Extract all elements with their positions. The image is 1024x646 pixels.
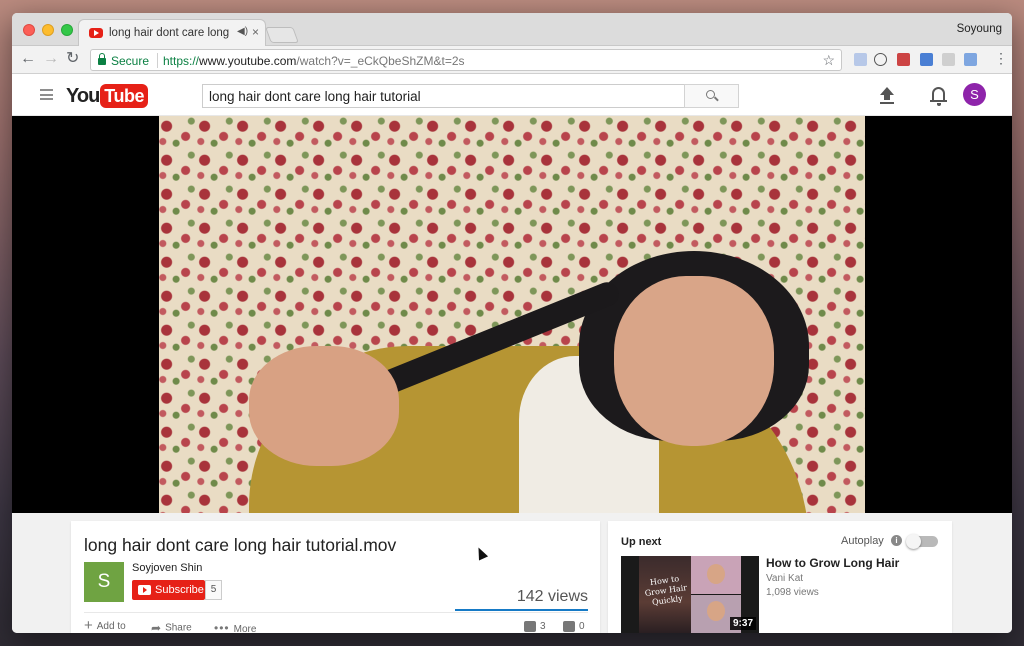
dislike-button[interactable]: 0 bbox=[563, 621, 585, 632]
youtube-play-icon bbox=[138, 585, 151, 595]
plus-icon: + bbox=[84, 617, 93, 633]
notifications-bell-icon[interactable] bbox=[930, 87, 947, 106]
thumbs-up-icon bbox=[524, 621, 536, 632]
address-bar[interactable]: Secure https://www.youtube.com/watch?v=_… bbox=[90, 49, 842, 71]
recommended-video-title[interactable]: How to Grow Long Hair bbox=[766, 556, 899, 570]
autoplay-label: Autoplay bbox=[841, 535, 884, 547]
url-domain: www.youtube.com bbox=[199, 54, 297, 68]
info-extension-icon[interactable] bbox=[874, 53, 887, 66]
video-frame[interactable] bbox=[159, 116, 865, 513]
recommended-video-thumbnail[interactable]: How to Grow Hair Quickly 9:37 bbox=[621, 556, 759, 633]
account-avatar[interactable]: S bbox=[963, 83, 986, 106]
autoplay-toggle[interactable] bbox=[906, 534, 938, 549]
search-icon bbox=[706, 90, 715, 99]
channel-avatar[interactable]: S bbox=[84, 562, 124, 602]
video-player[interactable] bbox=[12, 116, 1012, 513]
tab-youtube[interactable]: long hair dont care long hair tutorial ◀… bbox=[78, 19, 266, 46]
tab-title: long hair dont care long hair tutorial bbox=[109, 27, 233, 39]
profile-name[interactable]: Soyoung bbox=[957, 23, 1002, 35]
search-input[interactable] bbox=[202, 84, 684, 108]
video-person-hands bbox=[249, 346, 399, 466]
browser-window: long hair dont care long hair tutorial ◀… bbox=[12, 13, 1012, 633]
title-bar: long hair dont care long hair tutorial ◀… bbox=[12, 13, 1012, 46]
new-tab-button[interactable] bbox=[265, 27, 299, 43]
more-dots-icon: ••• bbox=[214, 621, 230, 633]
like-button[interactable]: 3 bbox=[524, 621, 546, 632]
thumbnail-face bbox=[707, 601, 725, 621]
share-icon: ➦ bbox=[151, 621, 162, 633]
share-button[interactable]: ➦ Share bbox=[151, 621, 192, 633]
logo-you: You bbox=[66, 85, 100, 107]
video-title: long hair dont care long hair tutorial.m… bbox=[84, 535, 397, 555]
video-duration: 9:37 bbox=[729, 617, 756, 630]
close-window-button[interactable] bbox=[23, 24, 35, 36]
video-info-card: long hair dont care long hair tutorial.m… bbox=[71, 521, 600, 633]
thumbnail-panel-top bbox=[691, 556, 741, 594]
bookmark-star-icon[interactable]: ☆ bbox=[822, 52, 835, 69]
up-next-heading: Up next bbox=[621, 536, 662, 548]
url-scheme: https:// bbox=[163, 54, 200, 68]
url-divider bbox=[157, 53, 158, 68]
back-button[interactable]: ← bbox=[20, 50, 36, 68]
subscribe-button[interactable]: Subscribe bbox=[132, 580, 205, 600]
lock-icon[interactable] bbox=[98, 53, 106, 65]
browser-toolbar: ← → ↻ Secure https://www.youtube.com/wat… bbox=[12, 46, 1012, 74]
reload-button[interactable]: ↻ bbox=[66, 50, 79, 68]
info-icon[interactable]: i bbox=[891, 535, 902, 546]
youtube-logo[interactable]: You Tube bbox=[66, 84, 148, 108]
channel-name[interactable]: Soyjoven Shin bbox=[132, 562, 202, 574]
page-extension-icon[interactable] bbox=[942, 53, 955, 66]
divider bbox=[84, 612, 588, 613]
url-path: /watch?v=_eCkQbeShZM&t=2s bbox=[296, 54, 465, 68]
thumbnail-face bbox=[707, 564, 725, 584]
hamburger-menu-icon[interactable] bbox=[40, 89, 53, 100]
secure-label[interactable]: Secure bbox=[111, 54, 149, 68]
logo-tube: Tube bbox=[100, 84, 148, 108]
youtube-favicon-icon bbox=[89, 28, 103, 38]
subscriber-count: 5 bbox=[205, 580, 222, 600]
toggle-knob bbox=[906, 534, 921, 549]
more-button[interactable]: ••• More bbox=[214, 621, 256, 633]
share-label: Share bbox=[165, 622, 192, 633]
forward-button[interactable]: → bbox=[43, 50, 59, 68]
pen-extension-icon[interactable] bbox=[854, 53, 867, 66]
close-tab-icon[interactable]: × bbox=[252, 25, 259, 39]
view-count: 142 views bbox=[516, 588, 588, 605]
upload-icon[interactable] bbox=[880, 87, 894, 105]
youtube-header: YouTube S bbox=[12, 75, 1012, 116]
browser-menu-icon[interactable]: ⋮ bbox=[994, 51, 1008, 65]
add-to-label: Add to bbox=[96, 621, 126, 632]
recommended-video-channel[interactable]: Vani Kat bbox=[766, 573, 803, 584]
more-label: More bbox=[233, 624, 257, 633]
add-to-button[interactable]: + Add to bbox=[84, 617, 126, 633]
thumbnail-caption: How to Grow Hair Quickly bbox=[644, 574, 688, 607]
flag-extension-icon[interactable] bbox=[964, 53, 977, 66]
recommended-video-views: 1,098 views bbox=[766, 587, 819, 598]
subscribe-label: Subscribe bbox=[155, 584, 204, 596]
like-ratio-bar bbox=[455, 609, 588, 611]
up-next-panel: Up next Autoplay i How to Grow Hair Quic… bbox=[608, 521, 952, 633]
thumbs-down-icon bbox=[563, 621, 575, 632]
like-count: 3 bbox=[540, 621, 546, 633]
search-button[interactable] bbox=[684, 84, 739, 108]
calendar-extension-icon[interactable] bbox=[897, 53, 910, 66]
url-text[interactable]: https://www.youtube.com/watch?v=_eCkQbeS… bbox=[163, 54, 465, 68]
zoom-window-button[interactable] bbox=[61, 24, 73, 36]
speaker-icon[interactable]: ◀) bbox=[237, 26, 248, 37]
dislike-count: 0 bbox=[579, 621, 585, 633]
tag-extension-icon[interactable] bbox=[920, 53, 933, 66]
minimize-window-button[interactable] bbox=[42, 24, 54, 36]
video-person-face bbox=[614, 276, 774, 446]
